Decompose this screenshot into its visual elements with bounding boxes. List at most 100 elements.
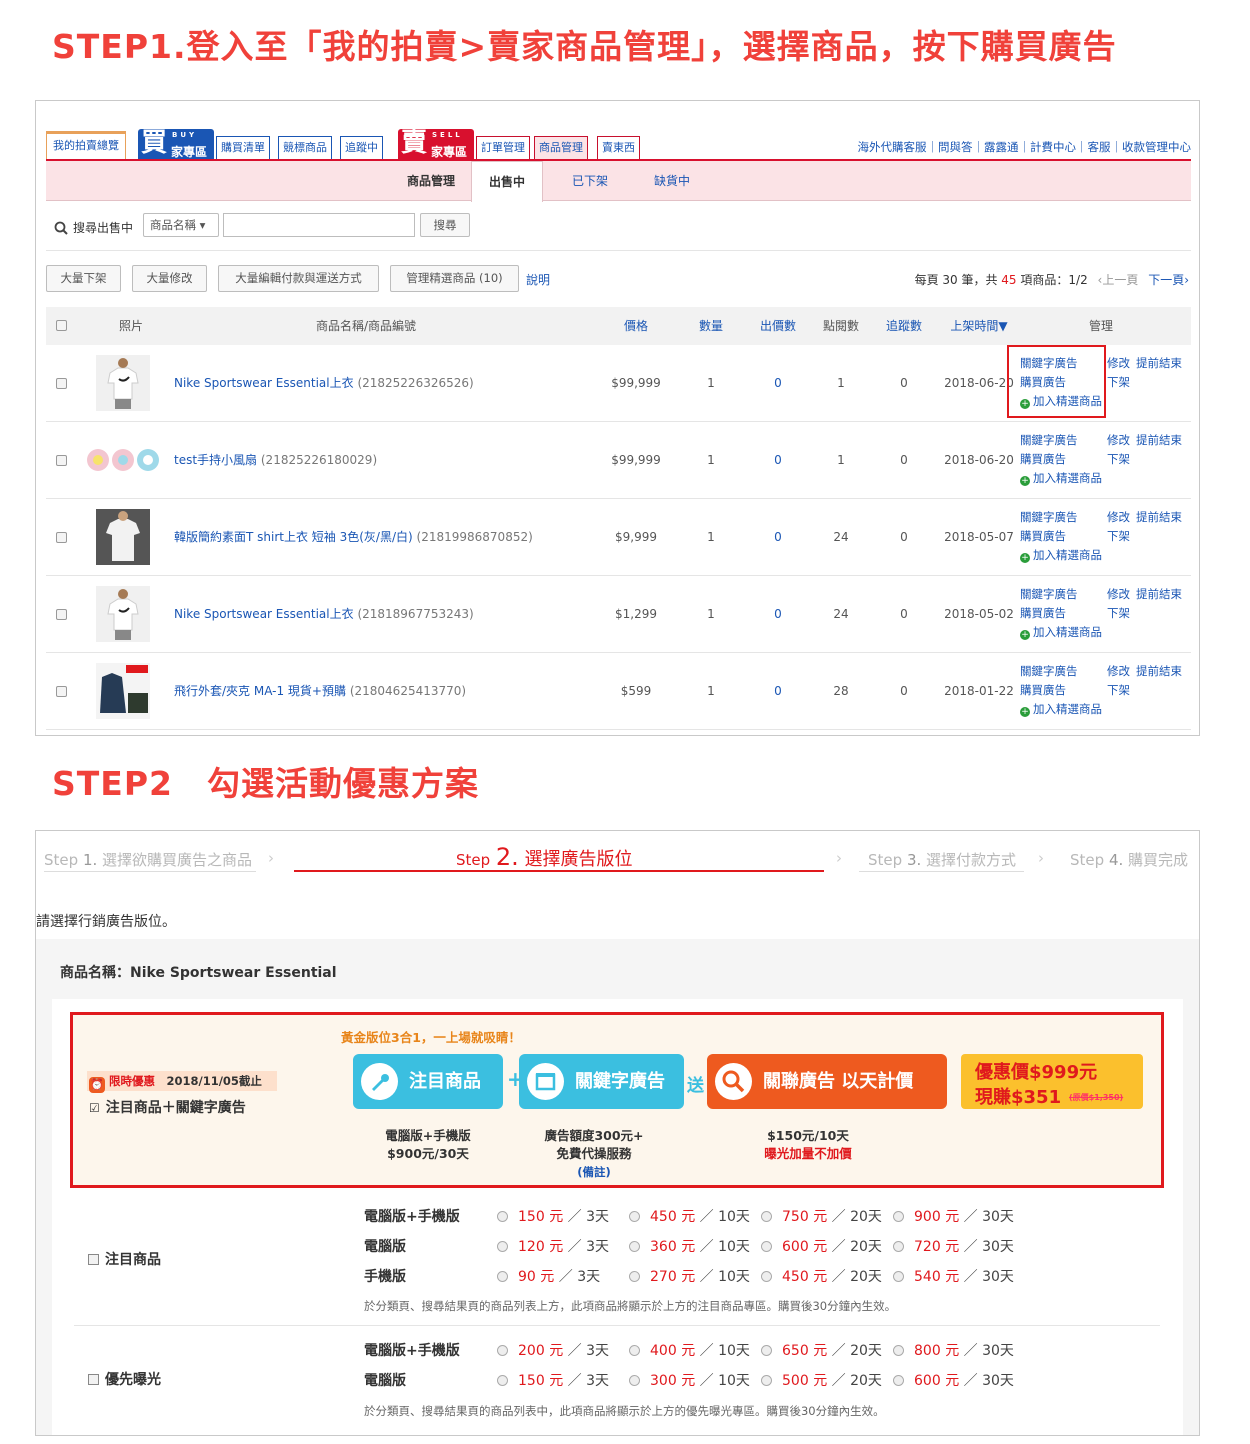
seller-zone-logo[interactable]: 賣 SELL 家專區	[398, 129, 474, 159]
add-featured-link[interactable]: + 加入精選商品	[1020, 470, 1102, 486]
prev-page-link[interactable]: ‹上一頁	[1098, 273, 1139, 287]
product-name[interactable]: 韓版簡約素面T shirt上衣 短袖 3色(灰/黑/白) (2181998687…	[174, 499, 533, 576]
note-link[interactable]: (備註)	[529, 1163, 659, 1181]
product-name[interactable]: Nike Sportswear Essential上衣 (21818967753…	[174, 576, 474, 653]
price-option[interactable]: 800 元 ／ 30天	[893, 1340, 1014, 1360]
col-qty[interactable]: 數量	[681, 307, 741, 345]
product-name[interactable]: test手持小風扇 (21825226180029)	[174, 422, 377, 499]
buy-ad-link[interactable]: 購買廣告	[1020, 682, 1066, 698]
tab-off-shelf[interactable]: 已下架	[558, 161, 622, 201]
buy-ad-link[interactable]: 購買廣告	[1020, 451, 1066, 467]
tab-overview[interactable]: 我的拍賣總覽	[46, 131, 126, 159]
search-field-select[interactable]: 商品名稱 ▾	[143, 213, 219, 237]
price-option[interactable]: 150 元 ／ 3天	[497, 1206, 609, 1226]
cell-bids[interactable]: 0	[748, 422, 808, 499]
buyer-zone-logo[interactable]: 買 BUY 家專區	[138, 129, 214, 159]
price-option[interactable]: 540 元 ／ 30天	[893, 1266, 1014, 1286]
tab-tracking[interactable]: 追蹤中	[340, 136, 383, 159]
top-links[interactable]: 海外代購客服｜問與答｜露露通｜計費中心｜客服｜收款管理中心	[858, 139, 1192, 155]
row-checkbox[interactable]	[56, 532, 67, 543]
cell-bids[interactable]: 0	[748, 576, 808, 653]
off-shelf-link[interactable]: 下架	[1107, 528, 1130, 544]
col-bids[interactable]: 出價數	[748, 307, 808, 345]
price-option[interactable]: 450 元 ／ 10天	[629, 1206, 750, 1226]
end-early-link[interactable]: 提前結束	[1136, 355, 1182, 371]
row-checkbox[interactable]	[56, 686, 67, 697]
product-name[interactable]: Nike Sportswear Essential上衣 (21825226326…	[174, 345, 474, 422]
row-checkbox[interactable]	[56, 609, 67, 620]
price-option[interactable]: 300 元 ／ 10天	[629, 1370, 750, 1390]
off-shelf-link[interactable]: 下架	[1107, 682, 1130, 698]
tab-sell-item[interactable]: 賣東西	[597, 136, 640, 159]
row-checkbox[interactable]	[56, 378, 67, 389]
tab-product-management[interactable]: 商品管理	[534, 136, 588, 159]
bulk-edit-button[interactable]: 大量修改	[132, 265, 207, 292]
edit-link[interactable]: 修改	[1107, 355, 1130, 371]
price-option[interactable]: 900 元 ／ 30天	[893, 1206, 1014, 1226]
end-early-link[interactable]: 提前結束	[1136, 586, 1182, 602]
price-option[interactable]: 360 元 ／ 10天	[629, 1236, 750, 1256]
search-button[interactable]: 搜尋	[420, 213, 470, 237]
off-shelf-link[interactable]: 下架	[1107, 605, 1130, 621]
manage-featured-button[interactable]: 管理精選商品 (10)	[390, 265, 519, 292]
keyword-ad-link[interactable]: 關鍵字廣告	[1020, 509, 1078, 525]
product-name[interactable]: 飛行外套/夾克 MA-1 現貨+預購 (21804625413770)	[174, 653, 466, 730]
price-option[interactable]: 600 元 ／ 30天	[893, 1370, 1014, 1390]
end-early-link[interactable]: 提前結束	[1136, 663, 1182, 679]
cell-bids[interactable]: 0	[748, 499, 808, 576]
end-early-link[interactable]: 提前結束	[1136, 509, 1182, 525]
price-option[interactable]: 600 元 ／ 20天	[761, 1236, 882, 1256]
product-thumbnail[interactable]	[96, 663, 150, 719]
price-option[interactable]: 500 元 ／ 20天	[761, 1370, 882, 1390]
col-price[interactable]: 價格	[606, 307, 666, 345]
price-option[interactable]: 270 元 ／ 10天	[629, 1266, 750, 1286]
price-option[interactable]: 120 元 ／ 3天	[497, 1236, 609, 1256]
price-option[interactable]: 750 元 ／ 20天	[761, 1206, 882, 1226]
keyword-ad-link[interactable]: 關鍵字廣告	[1020, 586, 1078, 602]
price-option[interactable]: 90 元 ／ 3天	[497, 1266, 600, 1286]
tab-bidding[interactable]: 競標商品	[278, 136, 332, 159]
edit-link[interactable]: 修改	[1107, 432, 1130, 448]
end-early-link[interactable]: 提前結束	[1136, 432, 1182, 448]
priority-checkbox[interactable]: 優先曝光	[88, 1369, 161, 1389]
price-option[interactable]: 650 元 ／ 20天	[761, 1340, 882, 1360]
tab-selling[interactable]: 出售中	[471, 161, 543, 202]
off-shelf-link[interactable]: 下架	[1107, 451, 1130, 467]
price-option[interactable]: 150 元 ／ 3天	[497, 1370, 609, 1390]
price-option[interactable]: 720 元 ／ 30天	[893, 1236, 1014, 1256]
featured-checkbox[interactable]: 注目商品	[88, 1249, 161, 1269]
add-featured-link[interactable]: + 加入精選商品	[1020, 547, 1102, 563]
tab-purchase-list[interactable]: 購買清單	[216, 136, 270, 159]
select-all-checkbox[interactable]	[56, 320, 67, 331]
product-thumbnail[interactable]	[86, 432, 160, 488]
edit-link[interactable]: 修改	[1107, 586, 1130, 602]
keyword-ad-link[interactable]: 關鍵字廣告	[1020, 663, 1078, 679]
price-option[interactable]: 450 元 ／ 20天	[761, 1266, 882, 1286]
price-option[interactable]: 200 元 ／ 3天	[497, 1340, 609, 1360]
buy-ad-link[interactable]: 購買廣告	[1020, 528, 1066, 544]
bulk-payment-shipping-button[interactable]: 大量編輯付款與運送方式	[218, 265, 379, 292]
tab-out-of-stock[interactable]: 缺貨中	[640, 161, 704, 201]
tab-orders[interactable]: 訂單管理	[476, 136, 530, 159]
keyword-ad-link[interactable]: 關鍵字廣告	[1020, 432, 1078, 448]
product-thumbnail[interactable]	[96, 355, 150, 411]
add-featured-link[interactable]: + 加入精選商品	[1020, 624, 1102, 640]
edit-link[interactable]: 修改	[1107, 509, 1130, 525]
col-date[interactable]: 上架時間▼	[939, 307, 1019, 345]
help-link[interactable]: 說明	[526, 271, 550, 288]
search-input[interactable]	[223, 213, 415, 237]
row-checkbox[interactable]	[56, 455, 67, 466]
edit-link[interactable]: 修改	[1107, 663, 1130, 679]
cell-bids[interactable]: 0	[748, 345, 808, 422]
promo-checkbox[interactable]: ☑ 注目商品＋關鍵字廣告	[89, 1097, 246, 1117]
off-shelf-link[interactable]: 下架	[1107, 374, 1130, 390]
product-thumbnail[interactable]	[96, 509, 150, 565]
buy-ad-link[interactable]: 購買廣告	[1020, 605, 1066, 621]
add-featured-link[interactable]: + 加入精選商品	[1020, 701, 1102, 717]
product-thumbnail[interactable]	[96, 586, 150, 642]
price-option[interactable]: 400 元 ／ 10天	[629, 1340, 750, 1360]
col-track[interactable]: 追蹤數	[874, 307, 934, 345]
bulk-off-shelf-button[interactable]: 大量下架	[46, 265, 121, 292]
cell-bids[interactable]: 0	[748, 653, 808, 730]
next-page-link[interactable]: 下一頁›	[1148, 273, 1189, 287]
